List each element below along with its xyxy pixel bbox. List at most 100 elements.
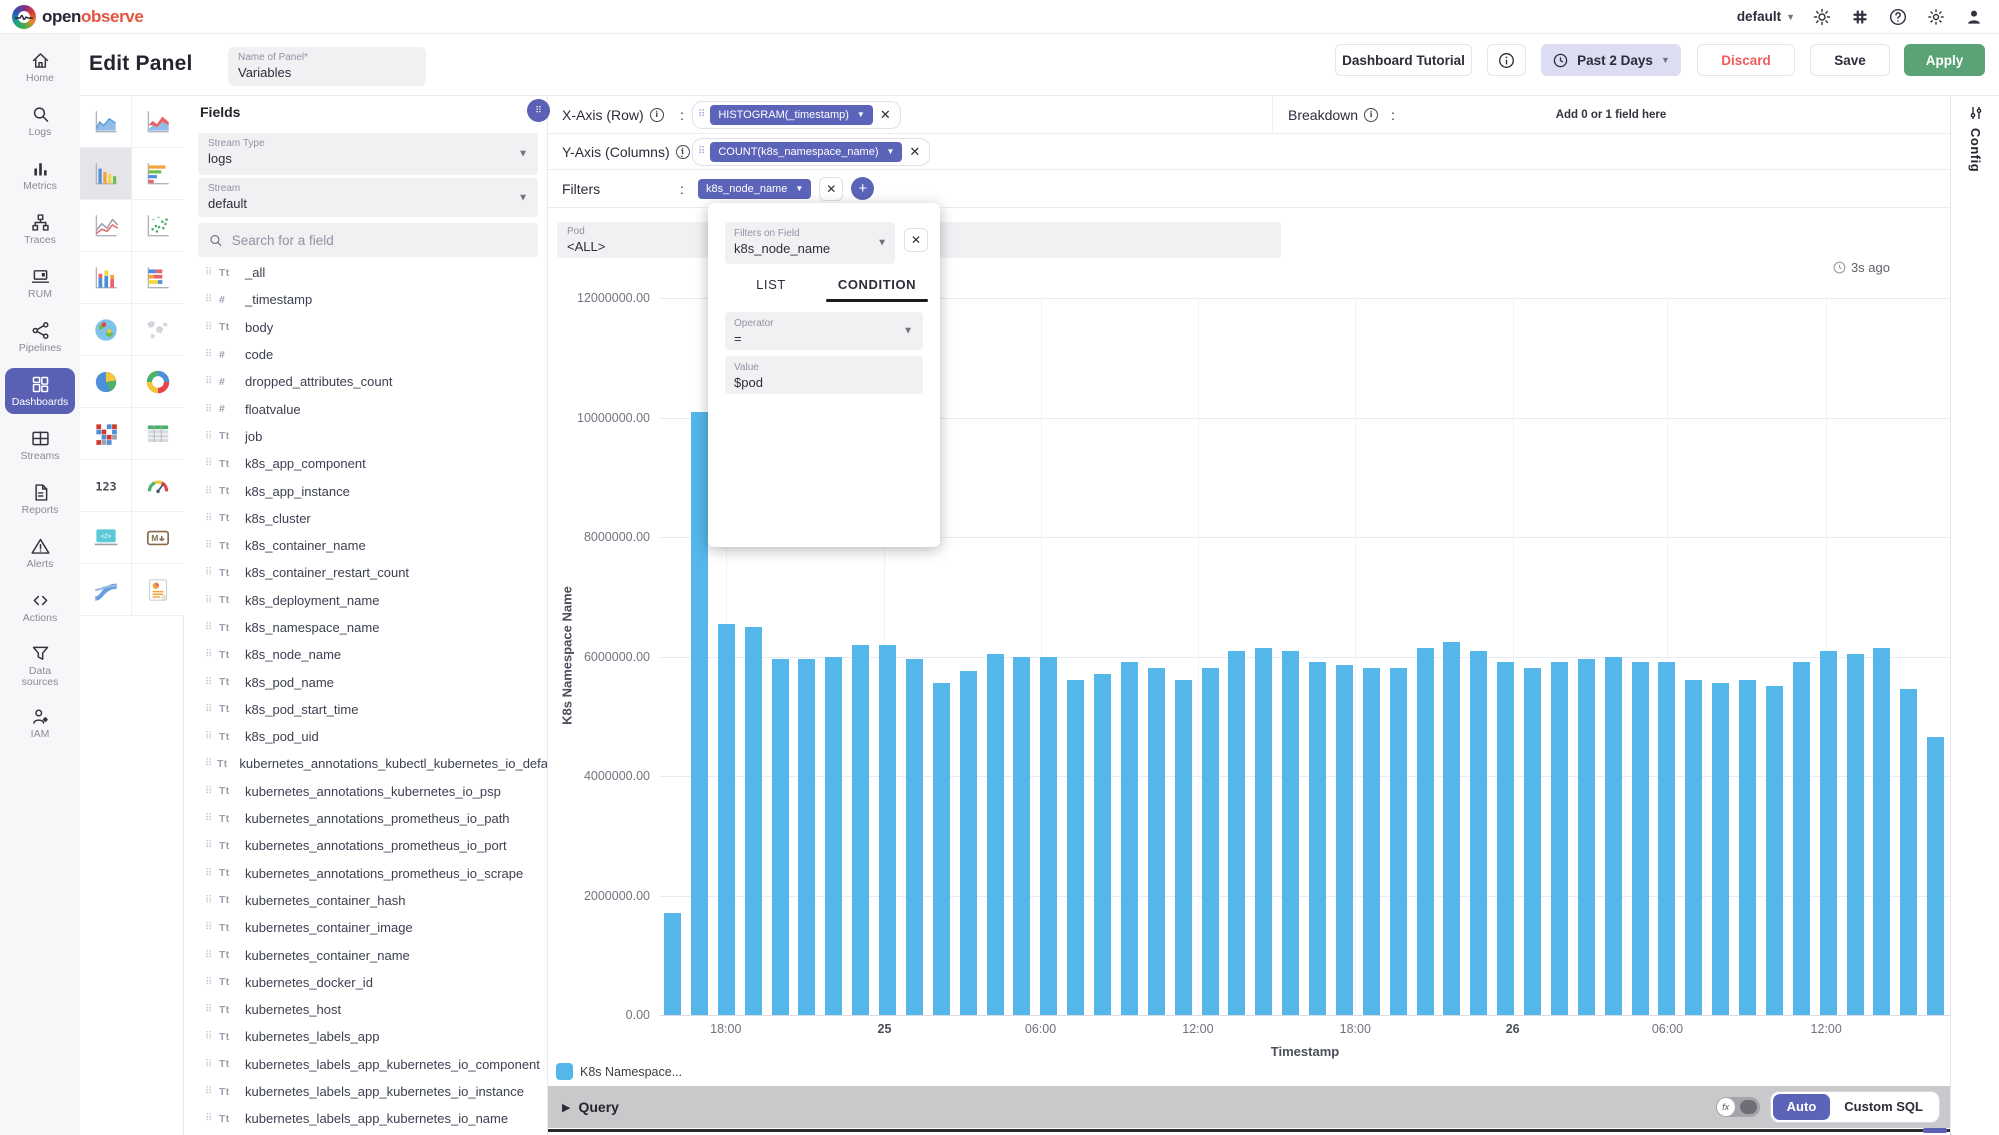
bar[interactable]: [1847, 654, 1864, 1015]
chart-type-area[interactable]: [80, 96, 132, 148]
field-item-k8s_node_name[interactable]: ⠿Ttk8s_node_name: [184, 641, 548, 668]
sidebar-item-rum[interactable]: RUM: [0, 256, 80, 310]
field-item-kubernetes_annotations_kubernetes_io_psp[interactable]: ⠿Ttkubernetes_annotations_kubernetes_io_…: [184, 778, 548, 805]
bar[interactable]: [1900, 689, 1917, 1015]
chart-type-heatmap[interactable]: [80, 408, 132, 460]
field-item-_all[interactable]: ⠿Tt_all: [184, 259, 548, 286]
chart-type-stacked[interactable]: [80, 252, 132, 304]
remove-filter-button[interactable]: ✕: [819, 177, 843, 201]
filter-field-select[interactable]: Filters on Field k8s_node_name ▼: [725, 222, 895, 264]
bar[interactable]: [1470, 651, 1487, 1015]
scrollbar-thumb[interactable]: [1923, 1128, 1947, 1133]
chart-legend[interactable]: K8s Namespace...: [556, 1063, 682, 1080]
chart-type-geomap[interactable]: [80, 304, 132, 356]
field-item-kubernetes_labels_app_kubernetes_io_instance[interactable]: ⠿Ttkubernetes_labels_app_kubernetes_io_i…: [184, 1078, 548, 1105]
stream-type-select[interactable]: Stream Type logs ▼: [198, 133, 538, 175]
auto-mode-button[interactable]: Auto: [1773, 1094, 1831, 1120]
bar[interactable]: [1255, 648, 1272, 1015]
field-item-job[interactable]: ⠿Ttjob: [184, 423, 548, 450]
sidebar-item-alerts[interactable]: Alerts: [0, 526, 80, 580]
field-item-k8s_cluster[interactable]: ⠿Ttk8s_cluster: [184, 505, 548, 532]
field-item-floatvalue[interactable]: ⠿#floatvalue: [184, 395, 548, 422]
sidebar-item-traces[interactable]: Traces: [0, 202, 80, 256]
bar[interactable]: [933, 683, 950, 1015]
settings-gear-icon[interactable]: [1925, 6, 1947, 28]
bar[interactable]: [1443, 642, 1460, 1015]
field-search-input[interactable]: [232, 233, 528, 248]
bar[interactable]: [1067, 680, 1084, 1015]
bar[interactable]: [1175, 680, 1192, 1015]
bar[interactable]: [745, 627, 762, 1015]
bar[interactable]: [1927, 737, 1944, 1015]
chart-type-h-stacked[interactable]: [132, 252, 184, 304]
field-item-k8s_container_restart_count[interactable]: ⠿Ttk8s_container_restart_count: [184, 559, 548, 586]
field-search[interactable]: [198, 223, 538, 257]
org-selector[interactable]: default▼: [1737, 9, 1795, 24]
chart-type-bar[interactable]: [80, 148, 132, 200]
bar[interactable]: [1013, 657, 1030, 1016]
expand-query-icon[interactable]: ▶: [562, 1101, 570, 1114]
field-item-kubernetes_host[interactable]: ⠿Ttkubernetes_host: [184, 996, 548, 1023]
bar[interactable]: [1739, 680, 1756, 1015]
bar[interactable]: [718, 624, 735, 1015]
panel-info-button[interactable]: [1487, 44, 1526, 76]
bar[interactable]: [1712, 683, 1729, 1015]
bar[interactable]: [1551, 662, 1568, 1015]
field-item-k8s_app_instance[interactable]: ⠿Ttk8s_app_instance: [184, 477, 548, 504]
bar[interactable]: [691, 412, 708, 1015]
field-item-kubernetes_annotations_prometheus_io_scrape[interactable]: ⠿Ttkubernetes_annotations_prometheus_io_…: [184, 860, 548, 887]
chart-type-custom[interactable]: [132, 564, 184, 616]
tab-list[interactable]: LIST: [718, 270, 824, 300]
bar[interactable]: [1148, 668, 1165, 1015]
bar[interactable]: [1524, 668, 1541, 1015]
bar[interactable]: [664, 913, 681, 1015]
field-item-k8s_pod_uid[interactable]: ⠿Ttk8s_pod_uid: [184, 723, 548, 750]
operator-select[interactable]: Operator = ▼: [725, 312, 923, 350]
theme-toggle-icon[interactable]: [1811, 6, 1833, 28]
bar[interactable]: [1040, 657, 1057, 1016]
dashboard-tutorial-button[interactable]: Dashboard Tutorial: [1335, 44, 1472, 76]
breakdown-drop-hint[interactable]: Add 0 or 1 field here: [1272, 109, 1950, 121]
bar[interactable]: [1282, 651, 1299, 1015]
field-item-k8s_app_component[interactable]: ⠿Ttk8s_app_component: [184, 450, 548, 477]
field-item-_timestamp[interactable]: ⠿#_timestamp: [184, 286, 548, 313]
bar[interactable]: [1873, 648, 1890, 1015]
tab-condition[interactable]: CONDITION: [824, 270, 930, 300]
field-item-body[interactable]: ⠿Ttbody: [184, 314, 548, 341]
bar[interactable]: [1658, 662, 1675, 1015]
field-item-dropped_attributes_count[interactable]: ⠿#dropped_attributes_count: [184, 368, 548, 395]
bar[interactable]: [879, 645, 896, 1015]
chart-type-h-bar[interactable]: [132, 148, 184, 200]
query-bar[interactable]: ▶ Query fx Auto Custom SQL: [548, 1086, 1950, 1128]
field-item-kubernetes_labels_app[interactable]: ⠿Ttkubernetes_labels_app: [184, 1023, 548, 1050]
bar[interactable]: [1390, 668, 1407, 1015]
chart-type-markdown[interactable]: M: [132, 512, 184, 564]
field-item-k8s_namespace_name[interactable]: ⠿Ttk8s_namespace_name: [184, 614, 548, 641]
value-input[interactable]: Value $pod: [725, 356, 923, 394]
bar[interactable]: [1228, 651, 1245, 1015]
chart-type-pie[interactable]: [80, 356, 132, 408]
bar[interactable]: [1094, 674, 1111, 1015]
bar[interactable]: [1685, 680, 1702, 1015]
field-item-k8s_container_name[interactable]: ⠿Ttk8s_container_name: [184, 532, 548, 559]
chart-type-area-stacked[interactable]: [132, 96, 184, 148]
bar[interactable]: [798, 659, 815, 1015]
bar[interactable]: [1605, 657, 1622, 1016]
sidebar-item-reports[interactable]: Reports: [0, 472, 80, 526]
bar[interactable]: [1766, 686, 1783, 1015]
sidebar-item-actions[interactable]: Actions: [0, 580, 80, 634]
field-item-k8s_deployment_name[interactable]: ⠿Ttk8s_deployment_name: [184, 587, 548, 614]
drag-handle-icon[interactable]: ⠿: [698, 146, 705, 157]
bar[interactable]: [1363, 668, 1380, 1015]
sidebar-item-logs[interactable]: Logs: [0, 94, 80, 148]
sidebar-item-home[interactable]: Home: [0, 40, 80, 94]
bar[interactable]: [772, 659, 789, 1015]
field-item-k8s_pod_start_time[interactable]: ⠿Ttk8s_pod_start_time: [184, 696, 548, 723]
bar[interactable]: [1336, 665, 1353, 1015]
bar[interactable]: [1793, 662, 1810, 1015]
field-item-k8s_pod_name[interactable]: ⠿Ttk8s_pod_name: [184, 668, 548, 695]
field-item-kubernetes_labels_app_kubernetes_io_name[interactable]: ⠿Ttkubernetes_labels_app_kubernetes_io_n…: [184, 1105, 548, 1132]
sidebar-item-data-sources[interactable]: Data sources: [0, 634, 80, 696]
chart-type-sankey[interactable]: [80, 564, 132, 616]
field-item-code[interactable]: ⠿#code: [184, 341, 548, 368]
